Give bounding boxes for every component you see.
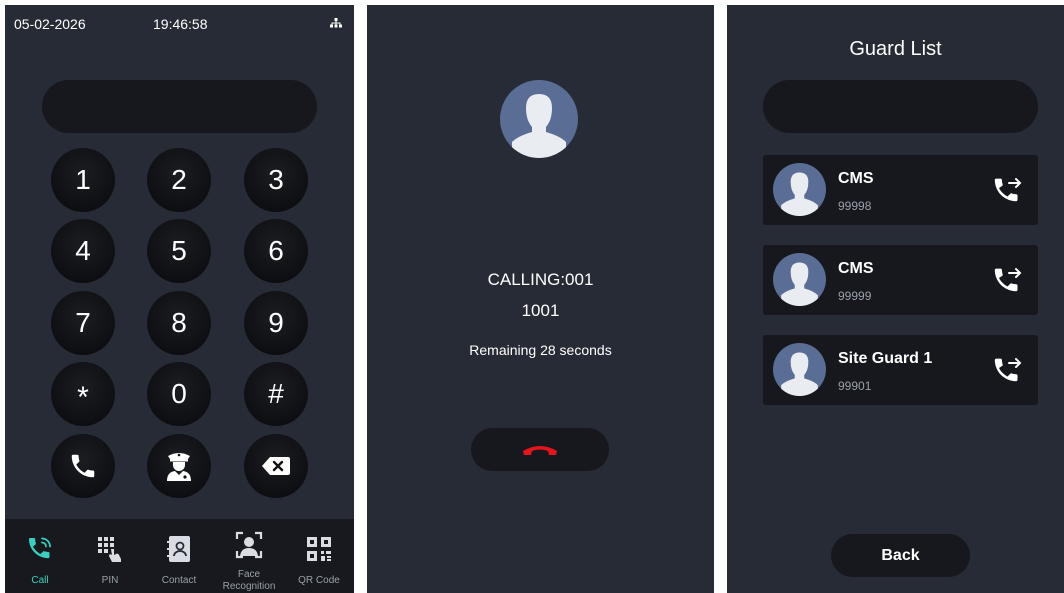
call-guard-button[interactable] [147,434,211,498]
calling-number: 1001 [521,301,560,320]
security-guard-icon [167,453,191,481]
backspace-icon [262,457,290,475]
avatar [773,343,826,396]
guard-list-item[interactable]: CMS 99998 [763,155,1038,225]
nav-qr-code[interactable]: QR Code [284,519,354,593]
key-7[interactable]: 7 [51,291,115,355]
pin-keypad-icon [98,537,121,562]
key-4[interactable]: 4 [51,219,115,283]
call-transfer-icon[interactable] [990,174,1024,208]
nav-contact-label: Contact [161,575,197,586]
hang-up-icon [523,445,557,455]
guard-search-input[interactable] [763,80,1038,133]
avatar [773,253,826,306]
key-3[interactable]: 3 [244,148,308,212]
call-button[interactable] [51,434,115,498]
nav-face-recognition[interactable]: Face Recognition [214,519,284,593]
key-9[interactable]: 9 [244,291,308,355]
nav-face-label-line2: Recognition [222,581,276,592]
nav-call-label: Call [31,575,49,586]
key-6[interactable]: 6 [244,219,308,283]
avatar [773,163,826,216]
nav-face-label: Face [237,569,261,580]
nav-call[interactable]: Call [5,519,75,593]
guard-name: CMS [838,260,874,277]
guard-name: Site Guard 1 [838,350,933,367]
key-1[interactable]: 1 [51,148,115,212]
nav-qr-label: QR Code [298,575,340,586]
key-5[interactable]: 5 [147,219,211,283]
key-2[interactable]: 2 [147,148,211,212]
calling-target: CALLING:001 [487,270,594,289]
dial-number-display[interactable] [42,80,317,133]
nav-contact[interactable]: Contact [144,519,214,593]
user-silhouette-icon [781,352,818,396]
avatar [500,80,578,158]
back-button[interactable]: Back [831,534,970,577]
phone-icon [71,454,95,478]
nav-pin-label: PIN [101,575,119,586]
qr-code-icon [307,537,331,561]
call-transfer-icon[interactable] [990,354,1024,388]
guard-number: 99901 [838,379,872,393]
key-hash[interactable]: # [244,362,308,426]
remaining-time: Remaining 28 seconds [469,342,612,358]
user-silhouette-icon [781,262,818,306]
page-title: Guard List [849,38,942,60]
guard-number: 99998 [838,199,872,213]
guard-number: 99999 [838,289,872,303]
guard-list-item[interactable]: CMS 99999 [763,245,1038,315]
contact-icon [167,536,190,562]
call-transfer-icon[interactable] [990,264,1024,298]
key-0[interactable]: 0 [147,362,211,426]
delete-button[interactable] [244,434,308,498]
user-silhouette-icon [512,94,566,158]
nav-pin[interactable]: PIN [75,519,145,593]
status-date: 05-02-2026 [14,16,86,32]
key-star[interactable]: * [51,362,115,426]
guard-name: CMS [838,170,874,187]
key-8[interactable]: 8 [147,291,211,355]
hang-up-button[interactable] [471,428,609,471]
bottom-navigation: Call PIN Contact Face Recognition QR Cod… [5,519,354,593]
network-icon [330,18,342,28]
calling-screen: CALLING:001 1001 Remaining 28 seconds [367,5,714,593]
status-time: 19:46:58 [153,16,208,32]
user-silhouette-icon [781,172,818,216]
face-recognition-icon [235,531,263,559]
guard-list-screen: Guard List CMS 99998 CMS 99999 Site Guar… [727,5,1064,593]
dialer-screen: 05-02-2026 19:46:58 1 2 3 4 5 6 7 8 9 * … [5,5,354,593]
call-icon [29,537,51,559]
guard-list-item[interactable]: Site Guard 1 99901 [763,335,1038,405]
